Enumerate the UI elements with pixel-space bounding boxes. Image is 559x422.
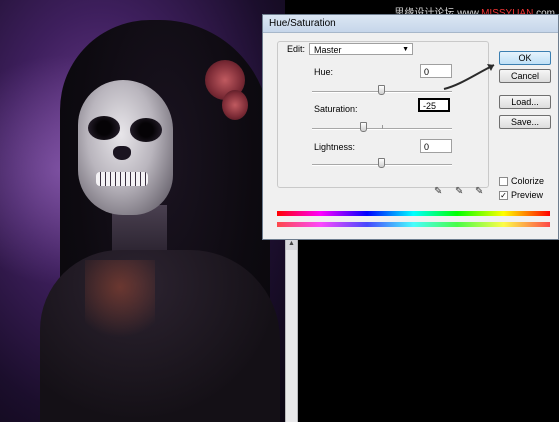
hue-spectrum-bar <box>277 211 550 216</box>
lace <box>85 260 155 350</box>
saturation-slider-thumb[interactable] <box>360 122 367 132</box>
save-button[interactable]: Save... <box>499 115 551 129</box>
saturation-label: Saturation: <box>314 104 358 114</box>
lightness-value-field[interactable]: 0 <box>420 139 452 153</box>
preview-label: Preview <box>511 190 544 200</box>
eyedropper-minus-icon[interactable]: ✎ <box>475 186 483 197</box>
edit-label: Edit: <box>287 44 306 54</box>
chevron-down-icon: ▼ <box>402 46 409 53</box>
flower <box>222 90 248 120</box>
eyedropper-icon[interactable]: ✎ <box>434 186 442 197</box>
hue-label: Hue: <box>314 67 334 77</box>
hue-saturation-dialog: Hue/Saturation Edit: Master ▼ Hue: 0 Sat… <box>262 14 559 240</box>
annotation-arrow <box>443 64 495 90</box>
dialog-title[interactable]: Hue/Saturation <box>263 15 558 33</box>
colorize-checkbox[interactable] <box>499 177 508 186</box>
eye-socket <box>88 116 120 140</box>
nose-socket <box>113 146 131 160</box>
teeth <box>96 172 148 186</box>
preview-checkbox[interactable]: ✓ <box>499 191 508 200</box>
dress <box>40 250 280 422</box>
hue-slider-thumb[interactable] <box>378 85 385 95</box>
vertical-scrollbar[interactable]: ▲ <box>285 238 298 422</box>
edit-select[interactable]: Master ▼ <box>309 43 413 55</box>
saturation-value-field[interactable]: -25 <box>418 98 450 112</box>
eye-socket <box>130 118 162 142</box>
photo-canvas <box>0 0 285 422</box>
lightness-slider-thumb[interactable] <box>378 158 385 168</box>
adjusted-spectrum-bar <box>277 222 550 227</box>
saturation-center-tick <box>382 125 383 129</box>
skull-face <box>78 80 173 215</box>
edit-select-value: Master <box>314 45 342 55</box>
colorize-label: Colorize <box>511 176 545 186</box>
lightness-label: Lightness: <box>314 142 356 152</box>
eyedropper-plus-icon[interactable]: ✎ <box>455 186 463 197</box>
load-button[interactable]: Load... <box>499 95 551 109</box>
